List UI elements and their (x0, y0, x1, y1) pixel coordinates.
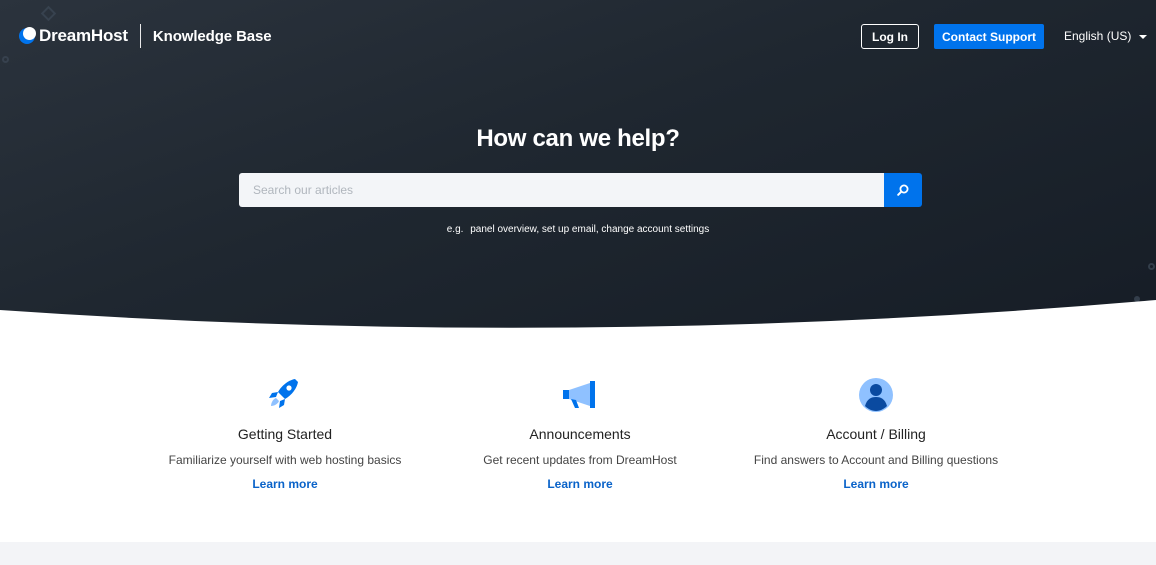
learn-more-link[interactable]: Learn more (843, 477, 908, 491)
user-icon (859, 378, 893, 412)
card-title: Account / Billing (826, 426, 926, 442)
examples-text: panel overview, set up email, change acc… (470, 224, 710, 235)
card-title: Getting Started (237, 426, 333, 442)
caret-down-icon (1139, 35, 1148, 39)
login-button[interactable]: Log In (861, 24, 919, 49)
logo-divider (139, 24, 141, 48)
card-getting-started: Getting Started Familiarize yourself wit… (135, 375, 435, 493)
card-description: Find answers to Account and Billing ques… (753, 453, 999, 467)
decorative-circle-icon (1148, 263, 1155, 270)
footer-band (0, 542, 1156, 565)
learn-more-link[interactable]: Learn more (252, 477, 317, 491)
search-button[interactable] (884, 173, 922, 207)
logo-text: DreamHost (39, 26, 128, 45)
search-icon (897, 184, 909, 196)
card-account-billing: Account / Billing Find answers to Accoun… (726, 375, 1026, 493)
card-description: Get recent updates from DreamHost (483, 453, 677, 467)
contact-support-button[interactable]: Contact Support (934, 24, 1044, 49)
search-input[interactable] (239, 173, 884, 207)
hero-curve-divider (0, 300, 1156, 330)
dreamhost-logo[interactable]: DreamHost Knowledge Base (18, 24, 272, 48)
site-header: DreamHost Knowledge Base Log In Contact … (0, 0, 1156, 72)
language-label: English (US) (1064, 29, 1132, 43)
rocket-icon (269, 379, 298, 408)
learn-more-link[interactable]: Learn more (547, 477, 612, 491)
card-title: Announcements (529, 426, 631, 442)
search-examples: e.g. panel overview, set up email, chang… (0, 224, 1156, 235)
card-description: Familiarize yourself with web hosting ba… (168, 453, 402, 467)
page-title: How can we help? (476, 125, 680, 152)
search-bar (239, 173, 922, 207)
megaphone-icon (563, 381, 595, 408)
knowledge-base-title[interactable]: Knowledge Base (153, 28, 272, 45)
category-cards: Getting Started Familiarize yourself wit… (0, 375, 1156, 505)
examples-prefix: e.g. (446, 224, 464, 235)
card-announcements: Announcements Get recent updates from Dr… (430, 375, 730, 493)
moon-logo-icon (19, 27, 36, 44)
language-selector[interactable]: English (US) (1064, 29, 1148, 43)
